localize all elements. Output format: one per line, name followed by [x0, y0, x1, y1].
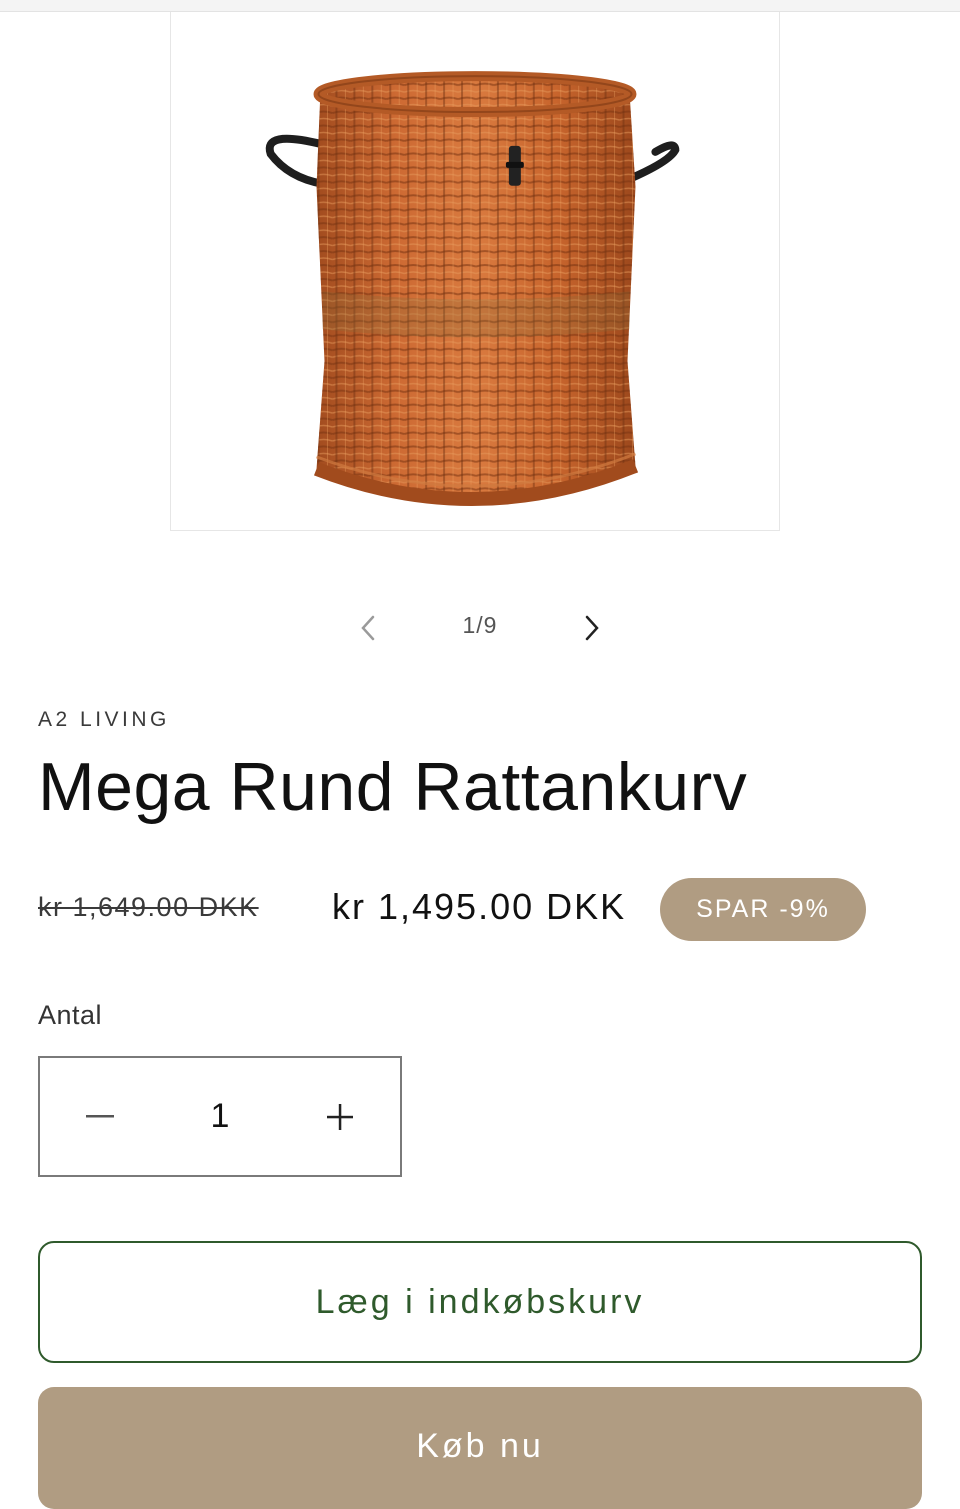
plus-icon: [327, 1103, 353, 1130]
sale-badge: SPAR -9%: [660, 878, 866, 941]
next-image-button[interactable]: [572, 608, 612, 648]
quantity-stepper: [38, 1056, 402, 1177]
original-price: kr 1,649.00 DKK: [38, 892, 259, 922]
price-row: kr 1,649.00 DKK kr 1,495.00 DKK SPAR -9%: [38, 878, 938, 942]
image-counter: 1/9: [462, 612, 498, 638]
product-image[interactable]: [170, 12, 780, 531]
chevron-left-icon: [361, 615, 375, 641]
quantity-label: Antal: [38, 1000, 103, 1030]
decrease-quantity-button[interactable]: [40, 1058, 160, 1175]
add-to-cart-button[interactable]: Læg i indkøbskurv: [38, 1241, 922, 1363]
chevron-right-icon: [585, 615, 599, 641]
buy-now-button[interactable]: Køb nu: [38, 1387, 922, 1509]
rattan-basket-image: [265, 71, 680, 506]
quantity-input[interactable]: [160, 1058, 280, 1175]
image-slider-controls: 1/9: [0, 600, 960, 656]
browser-top-strip: [0, 0, 960, 12]
previous-image-button[interactable]: [348, 608, 388, 648]
sale-price: kr 1,495.00 DKK: [332, 886, 627, 927]
minus-icon: [86, 1114, 114, 1117]
product-vendor: A2 LIVING: [38, 708, 170, 731]
increase-quantity-button[interactable]: [280, 1058, 400, 1175]
product-title: Mega Rund Rattankurv: [38, 749, 748, 825]
